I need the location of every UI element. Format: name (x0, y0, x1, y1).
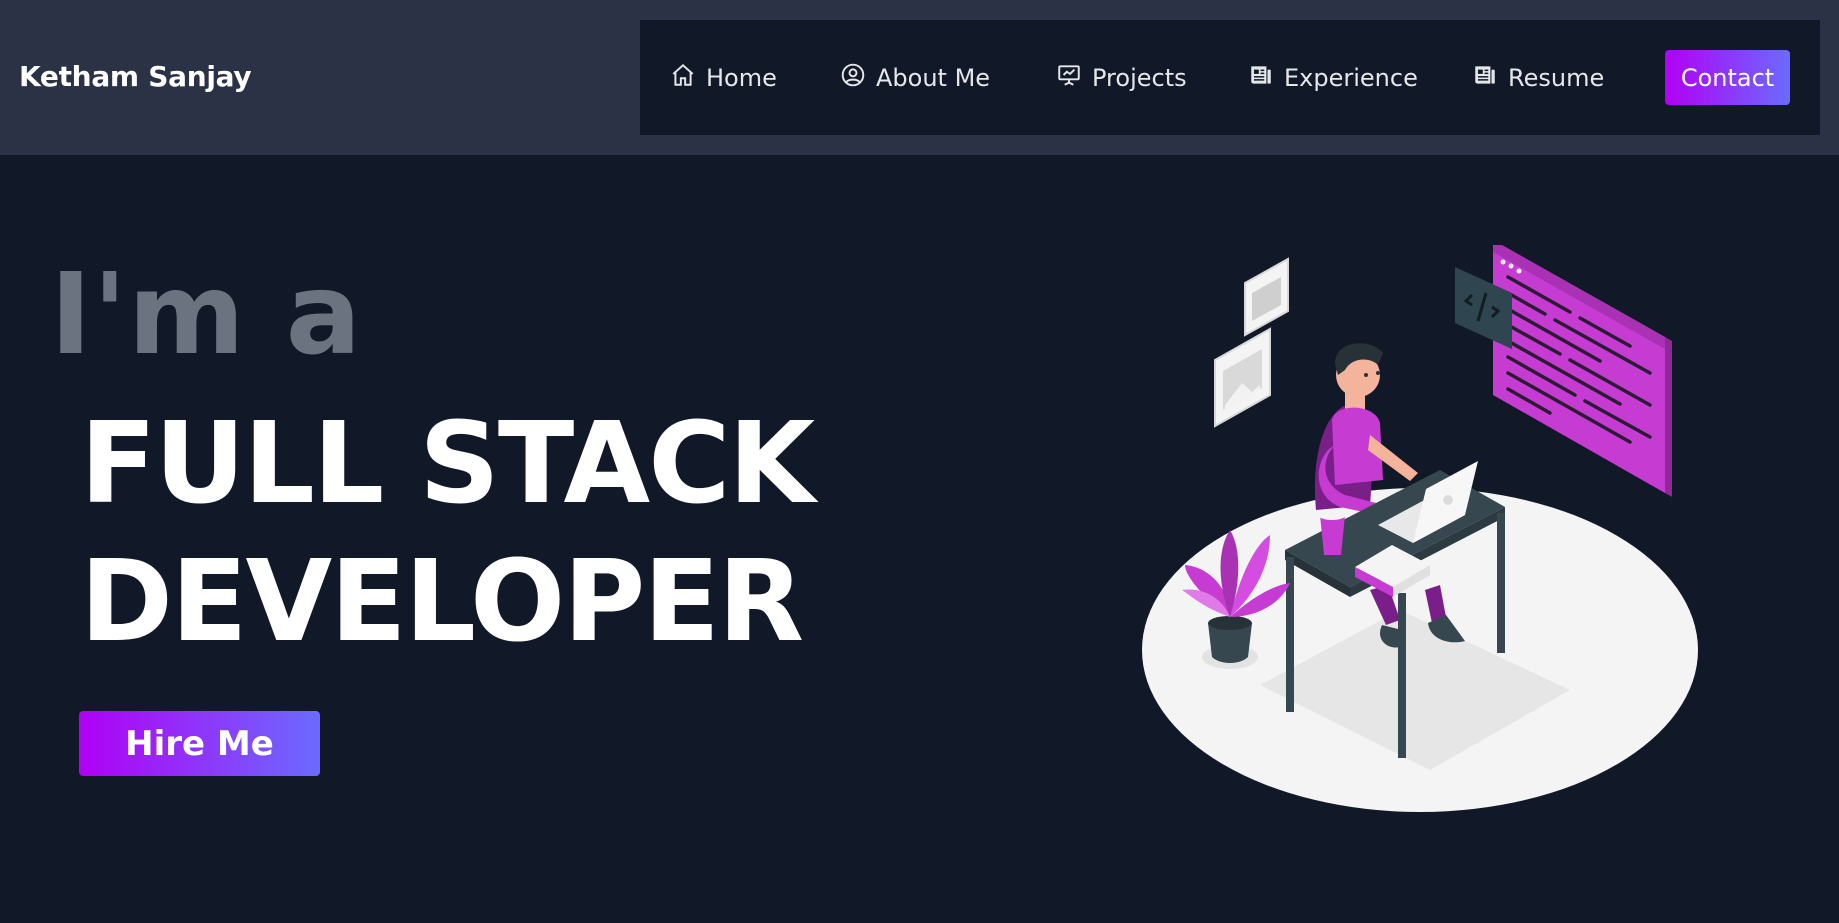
coffee-cup (1320, 515, 1345, 555)
newspaper-icon (1472, 62, 1498, 94)
nav-label-about: About Me (876, 63, 991, 92)
user-circle-icon (840, 62, 866, 94)
nav-item-projects[interactable]: Projects (1056, 20, 1187, 135)
desk-leg (1286, 557, 1294, 712)
nav-label-home: Home (706, 63, 777, 92)
nav-item-home[interactable]: Home (670, 20, 777, 135)
presentation-chart-icon (1056, 62, 1082, 94)
home-icon (670, 62, 696, 94)
desk-leg (1398, 593, 1406, 758)
code-window-edge (1665, 337, 1672, 497)
nav-item-resume[interactable]: Resume (1472, 20, 1604, 135)
header-bar: Ketham Sanjay Home About Me Projects Exp… (0, 0, 1839, 155)
contact-button[interactable]: Contact (1665, 50, 1790, 105)
hire-me-button[interactable]: Hire Me (79, 711, 320, 776)
nav-item-experience[interactable]: Experience (1248, 20, 1418, 135)
hero-pretitle: I'm a (50, 250, 363, 380)
nav-label-resume: Resume (1508, 63, 1605, 92)
nav-item-about[interactable]: About Me (840, 20, 990, 135)
desk-leg (1497, 513, 1505, 653)
developer-illustration (1142, 245, 1698, 812)
newspaper-icon (1248, 62, 1274, 94)
hero-title-line1: FULL STACK (80, 399, 815, 529)
nav-label-experience: Experience (1284, 63, 1418, 92)
brand-name[interactable]: Ketham Sanjay (19, 60, 252, 93)
nav-menu: Home About Me Projects Experience Resume (640, 20, 1820, 135)
hero-title: FULL STACK DEVELOPER (80, 395, 815, 671)
nav-label-projects: Projects (1092, 63, 1187, 92)
hero-title-line2: DEVELOPER (80, 537, 804, 667)
